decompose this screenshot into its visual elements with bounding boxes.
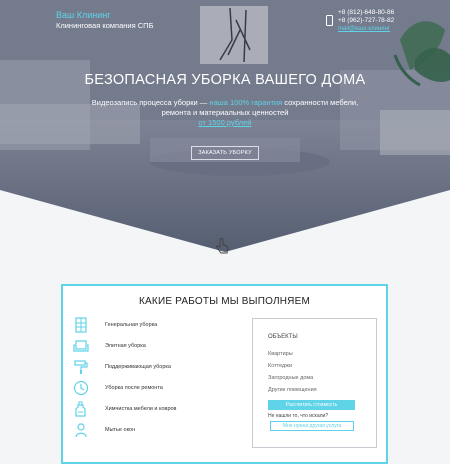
email-link[interactable]: mail@ваш-клининг	[338, 25, 394, 33]
paint-roller-icon	[74, 360, 88, 374]
service-item[interactable]: Генеральная уборка	[73, 317, 253, 333]
window-icon	[75, 317, 87, 333]
object-option[interactable]: Коттеджи	[268, 363, 292, 369]
brand-block[interactable]: Ваш Клининг Клининговая компания СПБ	[56, 10, 154, 31]
calculate-price-button[interactable]: Рассчитать стоимость	[268, 400, 355, 410]
clock-icon	[73, 380, 89, 396]
order-cleaning-button[interactable]: ЗАКАЗАТЬ УБОРКУ	[191, 146, 259, 160]
hero-title: БЕЗОПАСНАЯ УБОРКА ВАШЕГО ДОМА	[84, 72, 366, 88]
object-option[interactable]: Квартиры	[268, 351, 293, 357]
object-option[interactable]: Другие помещения	[268, 387, 317, 393]
hero-lead: Видеозапись процесса уборки — наша 100% …	[80, 98, 370, 128]
phone-number-1[interactable]: +8 (812)-648-80-86	[338, 9, 394, 17]
not-found-text: Не нашли то, что искали?	[268, 413, 329, 419]
objects-panel: ОБЪЕКТЫ Квартиры Коттеджи Загородные дом…	[252, 318, 377, 448]
service-item[interactable]: Уборка после ремонта	[73, 380, 253, 396]
hand-cursor-icon	[216, 238, 229, 254]
service-item[interactable]: Поддерживающая уборка	[73, 360, 253, 374]
services-card: КАКИЕ РАБОТЫ МЫ ВЫПОЛНЯЕМ Генеральная уб…	[61, 284, 388, 464]
spray-icon	[75, 401, 86, 417]
service-item[interactable]: Химчистка мебели и ковров	[73, 401, 253, 417]
services-title: КАКИЕ РАБОТЫ МЫ ВЫПОЛНЯЕМ	[139, 296, 310, 307]
phone-number-2[interactable]: +8 (962)-727-78-82	[338, 17, 394, 25]
other-service-button[interactable]: Мне нужна другая услуга	[270, 421, 354, 431]
brand-subtitle: Клининговая компания СПБ	[56, 21, 154, 30]
service-label: Генеральная уборка	[105, 322, 158, 328]
cleaner-person-icon	[75, 423, 87, 438]
phone-icon	[326, 14, 333, 26]
service-item[interactable]: Мытье окон	[73, 423, 253, 438]
lead-text-1: Видеозапись процесса уборки —	[91, 98, 210, 107]
service-item[interactable]: Элитная уборка	[73, 339, 253, 353]
object-option[interactable]: Загородные дома	[268, 375, 313, 381]
service-label: Мытье окон	[105, 427, 136, 433]
contacts-block: +8 (812)-648-80-86 +8 (962)-727-78-82 ma…	[326, 9, 394, 33]
service-label: Элитная уборка	[105, 343, 146, 349]
service-label: Уборка после ремонта	[105, 385, 163, 391]
phone-row[interactable]: +8 (812)-648-80-86 +8 (962)-727-78-82	[326, 9, 394, 26]
objects-title: ОБЪЕКТЫ	[268, 334, 298, 340]
armchair-icon	[73, 340, 89, 352]
brand-name[interactable]: Ваш Клининг	[56, 10, 154, 21]
hero-section: Ваш Клининг Клининговая компания СПБ +8 …	[0, 0, 450, 258]
lead-price-link[interactable]: от 1500 рублей	[199, 118, 252, 127]
service-label: Химчистка мебели и ковров	[105, 406, 177, 412]
lead-accent: наша 100% гарантия	[209, 98, 283, 107]
service-label: Поддерживающая уборка	[105, 364, 171, 370]
